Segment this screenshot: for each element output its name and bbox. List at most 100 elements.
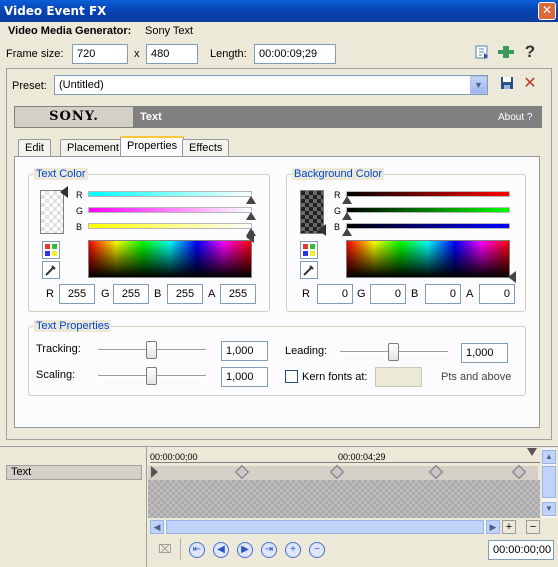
bg-spectrum-marker-icon: [508, 271, 516, 283]
scroll-down-icon[interactable]: ▼: [542, 502, 556, 516]
scroll-up-icon[interactable]: ▲: [542, 450, 556, 464]
bg-green-slider[interactable]: [346, 207, 510, 213]
preset-value: (Untitled): [59, 79, 104, 91]
bg-red-slider[interactable]: [346, 191, 510, 197]
bg-r-value-label: R: [302, 288, 310, 300]
tc-red-slider[interactable]: [88, 191, 252, 197]
bg-red-input[interactable]: 0: [317, 284, 353, 304]
prev-keyframe-icon[interactable]: ◀: [213, 542, 229, 558]
scroll-right-icon[interactable]: ▶: [486, 520, 500, 534]
background-color-title: Background Color: [292, 168, 385, 180]
scroll-left-icon[interactable]: ◀: [150, 520, 164, 534]
ruler-time-mid: 00:00:04;29: [338, 452, 386, 462]
track-label-text[interactable]: Text: [6, 465, 142, 480]
tc-blue-input[interactable]: 255: [167, 284, 203, 304]
tracking-label: Tracking:: [36, 343, 81, 355]
bg-green-thumb[interactable]: [342, 212, 352, 220]
bg-g-value-label: G: [357, 288, 366, 300]
timeline-divider: [0, 446, 558, 447]
close-window-button[interactable]: ✕: [538, 2, 556, 20]
leading-label: Leading:: [285, 345, 328, 357]
preset-dropdown-chevron-icon[interactable]: ▼: [470, 76, 487, 94]
plugin-name: Text: [140, 111, 162, 123]
tc-g-value-label: G: [101, 288, 110, 300]
bg-g-label: G: [334, 206, 342, 216]
frame-width-input[interactable]: 720: [72, 44, 128, 64]
generator-label: Video Media Generator:: [8, 25, 132, 37]
kern-fonts-input[interactable]: [375, 367, 422, 387]
bg-blue-input[interactable]: 0: [425, 284, 461, 304]
tc-b-value-label: B: [154, 288, 162, 300]
leading-input[interactable]: 1,000: [461, 343, 508, 363]
scaling-slider-thumb[interactable]: [146, 367, 157, 385]
tab-edit[interactable]: Edit: [18, 139, 51, 157]
sony-logo: SONY.: [15, 107, 133, 127]
delete-keyframe-icon[interactable]: −: [309, 542, 325, 558]
tc-green-input[interactable]: 255: [113, 284, 149, 304]
tc-red-thumb[interactable]: [246, 196, 256, 204]
text-properties-group: [28, 326, 526, 396]
zoom-in-icon[interactable]: +: [502, 520, 516, 534]
tc-eyedropper-icon[interactable]: [42, 261, 60, 279]
bg-palette-icon[interactable]: [300, 241, 318, 259]
title-bar: Video Event FX ✕: [0, 0, 558, 22]
tc-palette-icon[interactable]: [42, 241, 60, 259]
help-icon[interactable]: ?: [520, 42, 540, 62]
plugin-chain-icon[interactable]: [496, 44, 516, 64]
add-keyframe-icon[interactable]: +: [285, 542, 301, 558]
bg-blue-thumb[interactable]: [342, 228, 352, 236]
frame-height-input[interactable]: 480: [146, 44, 198, 64]
lock-envelope-icon[interactable]: ⌧: [158, 541, 174, 557]
bg-alpha-pointer-icon[interactable]: [318, 224, 326, 236]
animate-icon[interactable]: [472, 44, 492, 64]
frame-size-label: Frame size:: [6, 48, 64, 60]
cursor-marker-icon: [151, 466, 158, 478]
scaling-input[interactable]: 1,000: [221, 367, 268, 387]
ruler-time-start: 00:00:00;00: [150, 452, 198, 462]
length-input[interactable]: 00:00:09;29: [254, 44, 336, 64]
tc-red-input[interactable]: 255: [59, 284, 95, 304]
tc-b-label: B: [76, 222, 83, 232]
horizontal-scroll-thumb[interactable]: [166, 520, 484, 534]
tab-properties[interactable]: Properties: [120, 136, 185, 157]
about-link[interactable]: About ?: [498, 112, 532, 123]
zoom-out-icon[interactable]: −: [526, 520, 540, 534]
current-time-display[interactable]: 00:00:00;00: [488, 540, 554, 560]
kern-fonts-label: Kern fonts at:: [302, 371, 368, 383]
tc-spectrum-marker-icon: [246, 231, 254, 243]
tc-green-slider[interactable]: [88, 207, 252, 213]
preset-label: Preset:: [12, 80, 47, 92]
bg-blue-slider[interactable]: [346, 223, 510, 229]
length-label: Length:: [210, 48, 247, 60]
delete-preset-icon[interactable]: ✕: [520, 74, 540, 94]
first-keyframe-icon[interactable]: ⇤: [189, 542, 205, 558]
bg-b-value-label: B: [411, 288, 419, 300]
alpha-pointer-icon[interactable]: [60, 186, 68, 198]
bg-red-thumb[interactable]: [342, 196, 352, 204]
tc-blue-slider[interactable]: [88, 223, 252, 229]
tab-effects[interactable]: Effects: [182, 139, 230, 157]
bg-color-spectrum[interactable]: [346, 240, 510, 278]
vertical-scroll-thumb[interactable]: [542, 466, 556, 498]
timeline-track-area[interactable]: [148, 480, 540, 518]
save-preset-icon[interactable]: [497, 75, 517, 95]
last-keyframe-icon[interactable]: ⇥: [261, 542, 277, 558]
tc-green-thumb[interactable]: [246, 212, 256, 220]
tab-placement[interactable]: Placement: [60, 139, 126, 157]
bg-eyedropper-icon[interactable]: [300, 261, 318, 279]
tc-a-value-label: A: [208, 288, 216, 300]
text-color-title: Text Color: [34, 168, 88, 180]
bg-green-input[interactable]: 0: [370, 284, 406, 304]
leading-slider-thumb[interactable]: [388, 343, 399, 361]
tc-color-spectrum[interactable]: [88, 240, 252, 278]
transport-divider: [180, 538, 181, 560]
bg-alpha-input[interactable]: 0: [479, 284, 515, 304]
text-properties-title: Text Properties: [34, 320, 112, 332]
tracking-slider-thumb[interactable]: [146, 341, 157, 359]
tc-alpha-input[interactable]: 255: [220, 284, 256, 304]
next-keyframe-icon[interactable]: ▶: [237, 542, 253, 558]
close-icon: ✕: [541, 3, 553, 17]
tracking-input[interactable]: 1,000: [221, 341, 268, 361]
preset-dropdown[interactable]: (Untitled): [54, 75, 488, 95]
kern-fonts-checkbox[interactable]: [285, 370, 298, 383]
